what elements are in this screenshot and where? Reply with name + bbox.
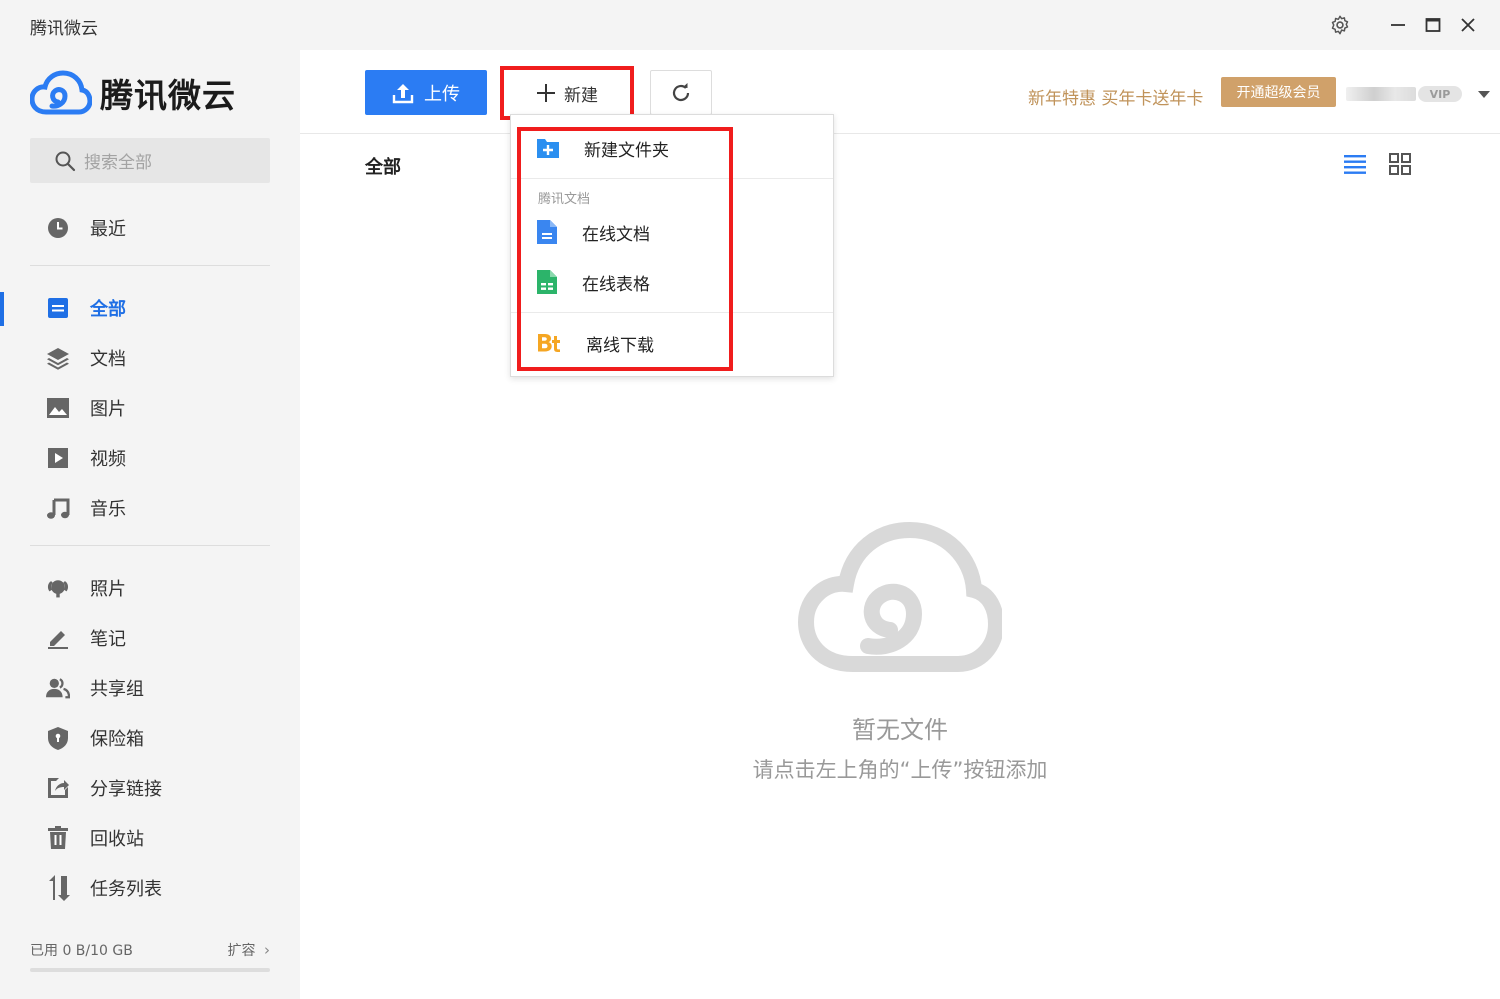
sidebar-item-label: 视频 bbox=[90, 449, 126, 470]
expand-storage-link[interactable]: 扩容 › bbox=[228, 940, 270, 960]
app-logo: 腾讯微云 bbox=[30, 68, 236, 118]
window-title: 腾讯微云 bbox=[30, 19, 98, 39]
sidebar-item-share-links[interactable]: 分享链接 bbox=[0, 768, 300, 808]
sidebar-item-recent[interactable]: 最近 bbox=[0, 208, 300, 248]
storage-used: 已用 0 B/10 GB bbox=[30, 943, 133, 959]
sidebar-item-videos[interactable]: 视频 bbox=[0, 438, 300, 478]
menu-item-label: 新建文件夹 bbox=[584, 140, 669, 161]
sidebar-item-photos[interactable]: 照片 bbox=[0, 568, 300, 608]
menu-item-label: 在线表格 bbox=[582, 274, 650, 295]
close-icon[interactable] bbox=[1455, 12, 1481, 38]
search-placeholder: 搜索全部 bbox=[84, 153, 152, 173]
maximize-icon[interactable] bbox=[1420, 12, 1446, 38]
sidebar-item-label: 音乐 bbox=[90, 499, 126, 520]
sidebar: 腾讯微云 搜索全部 最近 全部 文档 图片 视频 音乐 照片 笔记 共享组 保险… bbox=[0, 50, 300, 999]
promo-text[interactable]: 新年特惠 买年卡送年卡 bbox=[1028, 84, 1203, 109]
menu-item-online-sheet[interactable]: 在线表格 bbox=[511, 262, 833, 302]
grid-view-icon[interactable] bbox=[1388, 152, 1412, 176]
sidebar-item-label: 图片 bbox=[90, 399, 126, 420]
pen-icon bbox=[46, 626, 70, 650]
new-folder-icon bbox=[537, 139, 559, 158]
menu-item-offline-download[interactable]: 离线下载 bbox=[511, 323, 833, 363]
sidebar-item-label: 照片 bbox=[90, 579, 126, 600]
menu-item-new-folder[interactable]: 新建文件夹 bbox=[511, 128, 833, 168]
upload-button[interactable]: 上传 bbox=[365, 70, 487, 115]
online-doc-icon bbox=[537, 220, 557, 244]
sidebar-divider bbox=[30, 545, 270, 546]
empty-cloud-icon bbox=[798, 522, 1002, 672]
breadcrumb[interactable]: 全部 bbox=[365, 153, 401, 179]
menu-item-online-doc[interactable]: 在线文档 bbox=[511, 212, 833, 252]
sidebar-item-label: 分享链接 bbox=[90, 779, 162, 800]
main-panel: 上传 新建 新年特惠 买年卡送年卡 开通超级会员 VIP 全部 暂无文件 请点击… bbox=[300, 50, 1500, 999]
transfer-icon bbox=[46, 875, 70, 901]
storage-bar bbox=[30, 968, 270, 972]
sidebar-item-label: 笔记 bbox=[90, 629, 126, 650]
new-button[interactable]: 新建 bbox=[500, 66, 634, 120]
share-link-icon bbox=[46, 776, 70, 800]
new-dropdown-menu: 新建文件夹 腾讯文档 在线文档 在线表格 离线下载 bbox=[510, 114, 834, 377]
menu-item-label: 离线下载 bbox=[586, 335, 654, 356]
group-icon bbox=[46, 676, 70, 700]
music-icon bbox=[46, 496, 70, 520]
clock-icon bbox=[46, 216, 70, 240]
image-icon bbox=[46, 396, 70, 420]
sidebar-item-images[interactable]: 图片 bbox=[0, 388, 300, 428]
sidebar-divider bbox=[30, 265, 270, 266]
minimize-icon[interactable] bbox=[1385, 12, 1411, 38]
shield-icon bbox=[46, 726, 70, 750]
toolbar-divider bbox=[300, 133, 1500, 134]
expand-storage-label: 扩容 bbox=[227, 943, 256, 959]
sidebar-item-tasks[interactable]: 任务列表 bbox=[0, 868, 300, 908]
empty-state-title: 暂无文件 bbox=[852, 716, 948, 744]
sidebar-item-label: 文档 bbox=[90, 349, 126, 370]
plus-icon bbox=[537, 84, 555, 102]
refresh-icon bbox=[672, 82, 690, 101]
search-input[interactable]: 搜索全部 bbox=[30, 138, 270, 183]
all-files-icon bbox=[46, 296, 70, 320]
cloud-logo-icon bbox=[30, 70, 92, 115]
sidebar-item-label: 保险箱 bbox=[90, 729, 144, 750]
sidebar-item-label: 回收站 bbox=[90, 829, 144, 850]
title-bar: 腾讯微云 bbox=[0, 0, 1500, 50]
empty-state-hint: 请点击左上角的“上传”按钮添加 bbox=[752, 758, 1048, 782]
sidebar-item-label: 最近 bbox=[90, 219, 126, 240]
upload-label: 上传 bbox=[424, 83, 460, 105]
photo-icon bbox=[46, 576, 70, 600]
sidebar-item-label: 共享组 bbox=[90, 679, 144, 700]
sidebar-item-all[interactable]: 全部 bbox=[0, 288, 300, 328]
search-icon bbox=[55, 151, 76, 171]
sidebar-item-trash[interactable]: 回收站 bbox=[0, 818, 300, 858]
menu-separator bbox=[511, 312, 833, 313]
vip-upgrade-button[interactable]: 开通超级会员 bbox=[1221, 77, 1336, 107]
menu-separator bbox=[511, 178, 833, 179]
sidebar-item-music[interactable]: 音乐 bbox=[0, 488, 300, 528]
sidebar-item-label: 全部 bbox=[90, 299, 126, 320]
menu-item-label: 在线文档 bbox=[582, 224, 650, 245]
user-name-blurred[interactable] bbox=[1346, 87, 1416, 101]
sidebar-item-docs[interactable]: 文档 bbox=[0, 338, 300, 378]
user-menu-caret-icon[interactable] bbox=[1478, 91, 1490, 98]
sidebar-item-shared-group[interactable]: 共享组 bbox=[0, 668, 300, 708]
video-icon bbox=[46, 446, 70, 470]
list-view-icon[interactable] bbox=[1343, 152, 1367, 176]
upload-icon bbox=[392, 83, 414, 103]
logo-text: 腾讯微云 bbox=[100, 76, 236, 115]
bt-download-icon bbox=[538, 334, 560, 352]
chevron-right-icon: › bbox=[264, 941, 270, 959]
online-sheet-icon bbox=[537, 270, 557, 294]
vip-badge-label: VIP bbox=[1429, 87, 1451, 101]
settings-icon[interactable] bbox=[1327, 12, 1353, 38]
vip-badge: VIP bbox=[1418, 86, 1462, 102]
sidebar-item-label: 任务列表 bbox=[90, 879, 162, 900]
new-label: 新建 bbox=[564, 85, 598, 106]
layers-icon bbox=[46, 346, 70, 370]
refresh-button[interactable] bbox=[650, 70, 712, 115]
trash-icon bbox=[46, 826, 70, 850]
sidebar-item-safe[interactable]: 保险箱 bbox=[0, 718, 300, 758]
sidebar-item-notes[interactable]: 笔记 bbox=[0, 618, 300, 658]
menu-section-label: 腾讯文档 bbox=[538, 192, 591, 207]
